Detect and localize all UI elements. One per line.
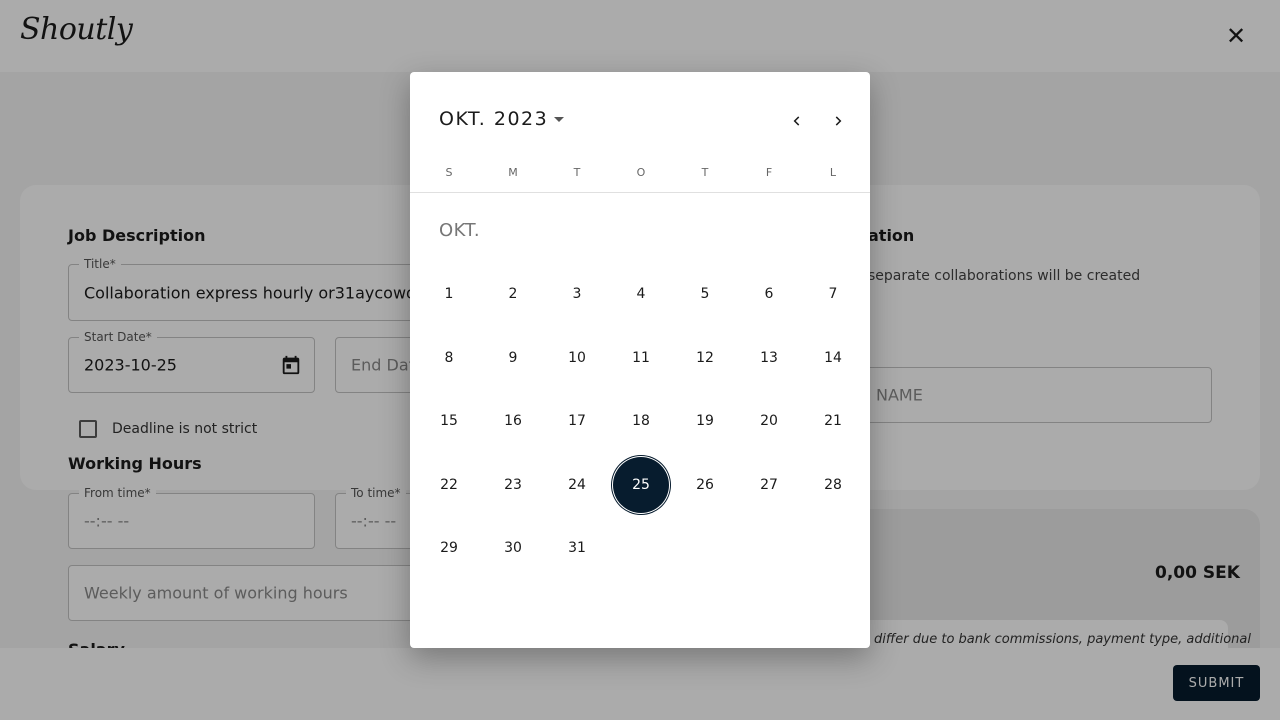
day-cell[interactable]: 19 (676, 392, 734, 450)
weekday-label: T (573, 166, 581, 179)
previous-month-button[interactable] (784, 108, 810, 134)
day-cell[interactable]: 16 (484, 392, 542, 450)
day-cell[interactable]: 6 (740, 265, 798, 323)
weekday-label: M (508, 166, 518, 179)
day-cell[interactable]: 29 (420, 519, 478, 577)
day-cell[interactable]: 22 (420, 456, 478, 514)
chevron-right-icon (835, 116, 842, 126)
month-section-label: OKT. (439, 220, 481, 241)
day-cell[interactable]: 4 (612, 265, 670, 323)
chevron-left-icon (793, 116, 800, 126)
day-cell[interactable]: 12 (676, 329, 734, 387)
day-cell[interactable]: 27 (740, 456, 798, 514)
month-year-selector[interactable]: OKT. 2023 (439, 108, 565, 130)
weekday-divider (410, 192, 870, 193)
day-cell[interactable]: 14 (804, 329, 862, 387)
day-cell[interactable]: 15 (420, 392, 478, 450)
day-cell[interactable]: 1 (420, 265, 478, 323)
day-cell[interactable]: 7 (804, 265, 862, 323)
day-cell[interactable]: 11 (612, 329, 670, 387)
day-cell[interactable]: 3 (548, 265, 606, 323)
caret-down-icon (554, 116, 565, 122)
day-cell[interactable]: 17 (548, 392, 606, 450)
day-cell[interactable]: 10 (548, 329, 606, 387)
weekday-label: S (445, 166, 453, 179)
day-cell[interactable]: 18 (612, 392, 670, 450)
day-cell[interactable]: 13 (740, 329, 798, 387)
weekday-header: SMTOTFL (417, 166, 865, 179)
month-year-label: OKT. 2023 (439, 108, 549, 130)
day-cell[interactable]: 2 (484, 265, 542, 323)
weekday-label: O (636, 166, 646, 179)
day-cell[interactable]: 21 (804, 392, 862, 450)
day-cell[interactable]: 23 (484, 456, 542, 514)
day-cell[interactable]: 31 (548, 519, 606, 577)
weekday-label: F (765, 166, 773, 179)
day-cell[interactable]: 9 (484, 329, 542, 387)
day-cell[interactable]: 28 (804, 456, 862, 514)
day-selected[interactable]: 25 (612, 455, 670, 514)
day-cell[interactable]: 26 (676, 456, 734, 514)
date-picker-dialog: OKT. 2023 SMTOTFL OKT. 1 2 3 4 5 6 7 8 9 10 11 12 13… (410, 72, 870, 648)
day-cell[interactable]: 30 (484, 519, 542, 577)
next-month-button[interactable] (825, 108, 851, 134)
weekday-label: T (701, 166, 709, 179)
weekday-label: L (829, 166, 837, 179)
day-cell[interactable]: 20 (740, 392, 798, 450)
day-cell[interactable]: 24 (548, 456, 606, 514)
day-cell[interactable]: 5 (676, 265, 734, 323)
day-cell[interactable]: 8 (420, 329, 478, 387)
